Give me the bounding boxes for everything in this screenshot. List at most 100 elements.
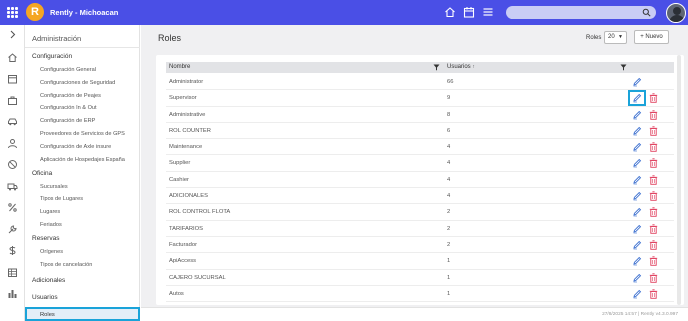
edit-icon[interactable] [632, 224, 642, 234]
table-row[interactable]: Autos 1 [166, 286, 674, 303]
car-icon[interactable] [7, 116, 18, 127]
brand-logo: R [26, 3, 44, 21]
user-count-cell: 2 [447, 209, 451, 216]
user-icon[interactable] [7, 138, 18, 149]
role-name-cell: CAJERO SUCURSAL [169, 274, 226, 281]
edit-icon[interactable] [632, 273, 642, 283]
icon-rail [0, 25, 25, 321]
table-row[interactable]: TARIFARIOS 2 [166, 221, 674, 237]
trash-icon[interactable] [649, 126, 658, 136]
sidebar-item-axle-insure[interactable]: Configuración de Axle insure [40, 144, 111, 150]
edit-icon[interactable] [632, 289, 642, 299]
edit-icon[interactable] [632, 191, 642, 201]
edit-icon[interactable] [632, 158, 642, 168]
section-configuracion[interactable]: Configuración [32, 53, 72, 60]
sidebar-item-lugares[interactable]: Lugares [40, 209, 60, 215]
trash-icon[interactable] [649, 142, 658, 152]
table-row[interactable]: ApiAccess 1 [166, 253, 674, 270]
table-row[interactable]: Supervisor 9 [166, 90, 674, 107]
edit-icon[interactable] [632, 110, 642, 120]
dollar-icon[interactable] [7, 245, 18, 256]
sidebar-item-tipos-lugares[interactable]: Tipos de Lugares [40, 196, 83, 202]
page-size-select[interactable]: 20 ▼ [604, 31, 627, 44]
trash-icon[interactable] [649, 272, 658, 283]
table-row[interactable]: Maintenance 4 [166, 139, 674, 156]
sidebar-item-configuracion-erp[interactable]: Configuración de ERP [40, 118, 95, 124]
user-count-cell: 2 [447, 225, 451, 232]
new-role-button[interactable]: + Nuevo [634, 30, 669, 44]
table-icon[interactable] [7, 267, 18, 278]
edit-icon[interactable] [632, 256, 642, 266]
chevron-down-icon: ▼ [618, 34, 623, 40]
search-icon[interactable] [642, 8, 651, 17]
search-input[interactable] [506, 6, 656, 19]
sidebar-item-origenes[interactable]: Orígenes [40, 249, 63, 255]
role-name-cell: TARIFARIOS [169, 225, 204, 232]
table-scrollbar[interactable] [677, 55, 681, 305]
trash-icon[interactable] [649, 93, 658, 104]
filter-icon[interactable] [620, 64, 627, 71]
sidebar-item-roles[interactable]: Roles [25, 307, 140, 321]
trash-icon[interactable] [649, 109, 658, 120]
sidebar-item-feriados[interactable]: Feriados [40, 222, 62, 228]
truck-icon[interactable] [7, 181, 18, 192]
user-avatar[interactable] [666, 3, 686, 23]
user-count-cell: 2 [447, 241, 451, 248]
trash-icon[interactable] [649, 175, 658, 185]
menu-icon[interactable] [482, 6, 494, 18]
edit-icon[interactable] [632, 77, 642, 87]
apps-grid-icon[interactable] [7, 7, 18, 18]
sidebar-title: Administración [32, 34, 82, 43]
user-count-cell: 1 [447, 258, 451, 265]
section-oficina[interactable]: Oficina [32, 170, 52, 177]
home-icon[interactable] [444, 6, 456, 18]
edit-icon[interactable] [632, 175, 642, 185]
sidebar-item-configuracion-in-out[interactable]: Configuración In & Out [40, 105, 97, 111]
section-reservas[interactable]: Reservas [32, 235, 59, 242]
section-usuarios[interactable]: Usuarios [32, 294, 58, 301]
chevron-right-icon[interactable] [7, 29, 18, 40]
trash-icon[interactable] [649, 158, 658, 169]
trash-icon[interactable] [649, 224, 658, 234]
filter-icon[interactable] [433, 64, 440, 71]
sidebar-item-configuracion-peajes[interactable]: Configuración de Peajes [40, 93, 101, 99]
sidebar-item-hospedajes-espana[interactable]: Aplicación de Hospedajes España [40, 157, 125, 163]
trash-icon[interactable] [649, 256, 658, 267]
bar-chart-icon[interactable] [7, 288, 18, 299]
calendar-icon[interactable] [463, 6, 475, 18]
percent-icon[interactable] [7, 202, 18, 213]
sidebar-item-tipos-cancelacion[interactable]: Tipos de cancelación [40, 262, 92, 268]
section-adicionales[interactable]: Adicionales [32, 277, 65, 284]
table-row[interactable]: Administrative 8 [166, 107, 674, 123]
trash-icon[interactable] [649, 207, 658, 218]
table-row[interactable]: ADICIONALES 4 [166, 188, 674, 205]
table-row[interactable]: Cashier 4 [166, 172, 674, 189]
table-row[interactable]: Facturador 2 [166, 237, 674, 254]
table-row[interactable]: Administrator 66 [166, 74, 674, 91]
edit-icon[interactable] [632, 142, 642, 152]
calendar-icon[interactable] [7, 73, 18, 84]
edit-icon[interactable] [632, 240, 642, 250]
table-row[interactable]: ROL COUNTER 6 [166, 123, 674, 140]
forbidden-icon[interactable] [7, 159, 18, 170]
home-icon[interactable] [7, 52, 18, 63]
trash-icon[interactable] [649, 289, 658, 299]
briefcase-icon[interactable] [7, 95, 18, 106]
sidebar-item-sucursales[interactable]: Sucursales [40, 184, 68, 190]
sidebar-item-proveedores-gps[interactable]: Proveedores de Servicios de GPS [40, 131, 125, 137]
wrench-icon[interactable] [7, 224, 18, 235]
table-row[interactable]: CAJERO SUCURSAL 1 [166, 270, 674, 286]
table-row[interactable]: ROL CONTROL FLOTA 2 [166, 204, 674, 221]
role-name-cell: ROL COUNTER [169, 127, 211, 134]
edit-icon[interactable] [632, 207, 642, 217]
sidebar-item-roles-label: Roles [40, 312, 55, 318]
role-name-cell: Supervisor [169, 95, 197, 102]
sidebar-item-configuraciones-seguridad[interactable]: Configuraciones de Seguridad [40, 80, 115, 86]
trash-icon[interactable] [649, 191, 658, 201]
column-header-users[interactable]: Usuarios ↑ [447, 64, 475, 70]
table-row[interactable]: Supplier 4 [166, 155, 674, 172]
sidebar-item-configuracion-general[interactable]: Configuración General [40, 67, 96, 73]
column-header-name[interactable]: Nombre [169, 64, 190, 70]
trash-icon[interactable] [649, 240, 658, 250]
edit-icon[interactable] [632, 126, 642, 136]
